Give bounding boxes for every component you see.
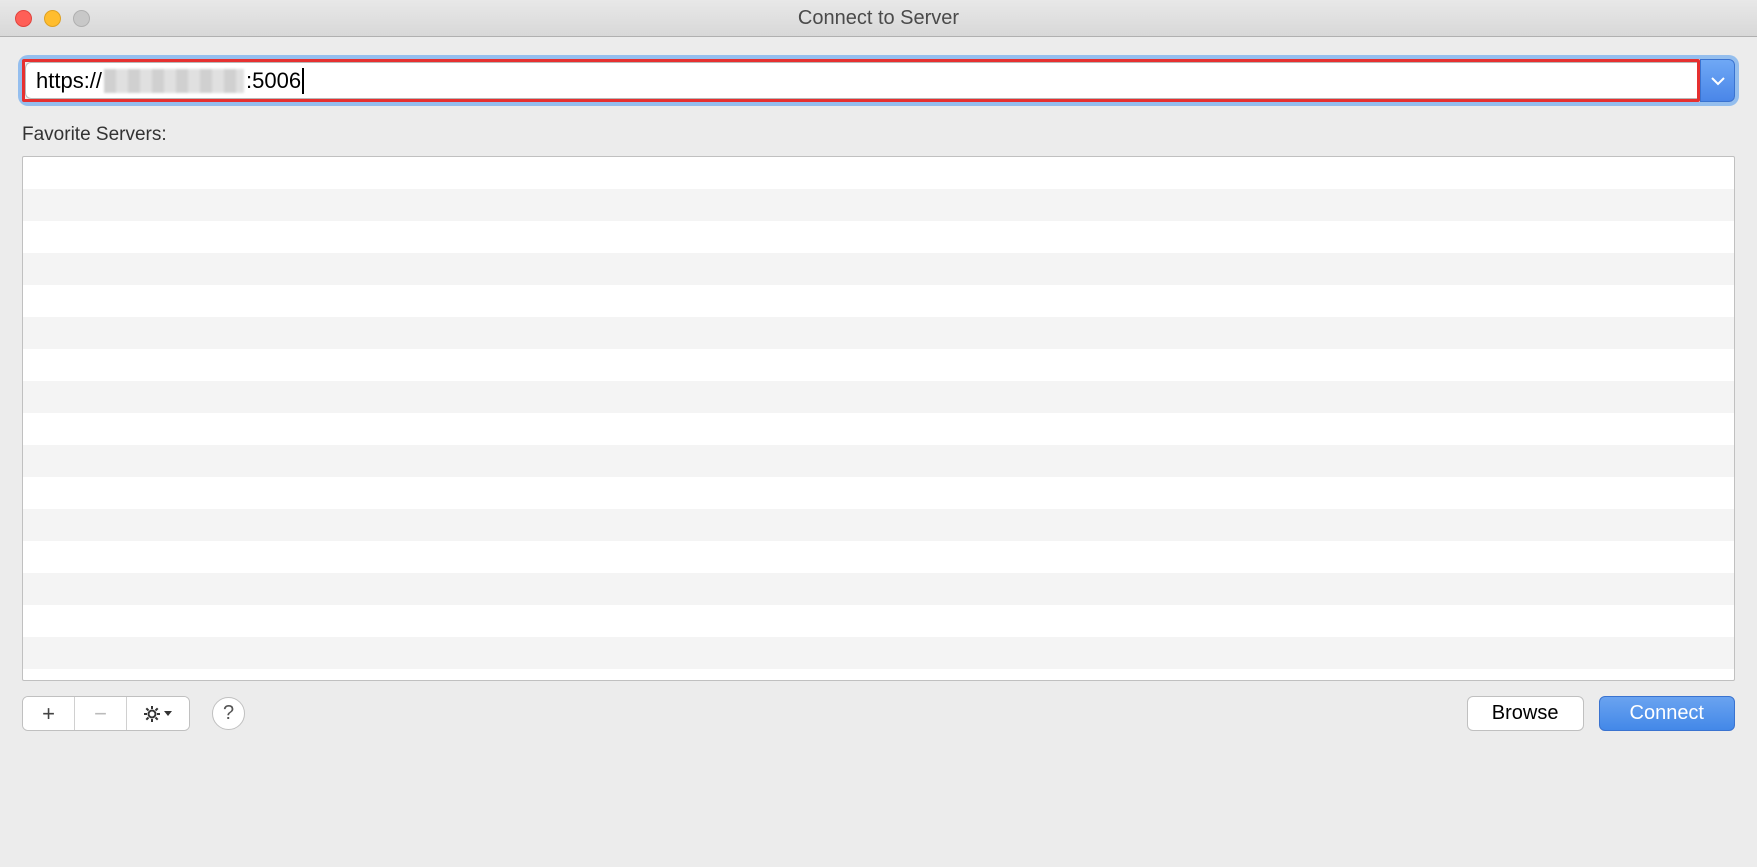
- list-item[interactable]: [23, 381, 1734, 413]
- traffic-lights: [0, 10, 90, 27]
- favorites-label: Favorite Servers:: [22, 124, 1735, 146]
- address-history-dropdown[interactable]: [1700, 59, 1735, 102]
- minus-icon: −: [94, 701, 107, 727]
- title-bar: Connect to Server: [0, 0, 1757, 37]
- window-close-button[interactable]: [15, 10, 32, 27]
- list-item[interactable]: [23, 477, 1734, 509]
- address-obscured-host: [104, 69, 244, 93]
- server-address-input[interactable]: https:// :5006: [25, 62, 1697, 99]
- actions-menu-button[interactable]: [127, 697, 189, 730]
- text-cursor: [302, 68, 304, 94]
- list-item[interactable]: [23, 221, 1734, 253]
- chevron-down-icon: [164, 711, 172, 716]
- help-button[interactable]: ?: [212, 697, 245, 730]
- favorites-list[interactable]: [22, 156, 1735, 681]
- add-favorite-button[interactable]: +: [23, 697, 75, 730]
- connect-button[interactable]: Connect: [1599, 696, 1736, 731]
- list-item[interactable]: [23, 669, 1734, 681]
- list-item[interactable]: [23, 189, 1734, 221]
- content-area: https:// :5006 Favorite Servers: + −: [0, 37, 1757, 753]
- list-item[interactable]: [23, 509, 1734, 541]
- list-item[interactable]: [23, 317, 1734, 349]
- list-item[interactable]: [23, 541, 1734, 573]
- address-highlight: https:// :5006: [22, 59, 1700, 102]
- list-item[interactable]: [23, 605, 1734, 637]
- address-prefix: https://: [36, 68, 102, 94]
- window-title: Connect to Server: [798, 7, 959, 30]
- list-item[interactable]: [23, 445, 1734, 477]
- bottom-bar: + −: [22, 681, 1735, 731]
- list-item[interactable]: [23, 253, 1734, 285]
- browse-button[interactable]: Browse: [1467, 696, 1584, 731]
- chevron-down-icon: [1711, 76, 1725, 86]
- list-item[interactable]: [23, 413, 1734, 445]
- gear-icon: [142, 705, 174, 723]
- list-item[interactable]: [23, 285, 1734, 317]
- address-row: https:// :5006: [22, 59, 1735, 102]
- list-item[interactable]: [23, 637, 1734, 669]
- list-item[interactable]: [23, 349, 1734, 381]
- window-maximize-button: [73, 10, 90, 27]
- toolbar-group: + −: [22, 696, 190, 731]
- address-port: :5006: [246, 68, 301, 94]
- plus-icon: +: [42, 701, 55, 727]
- remove-favorite-button: −: [75, 697, 127, 730]
- window-minimize-button[interactable]: [44, 10, 61, 27]
- list-item[interactable]: [23, 157, 1734, 189]
- help-icon: ?: [223, 702, 234, 725]
- list-item[interactable]: [23, 573, 1734, 605]
